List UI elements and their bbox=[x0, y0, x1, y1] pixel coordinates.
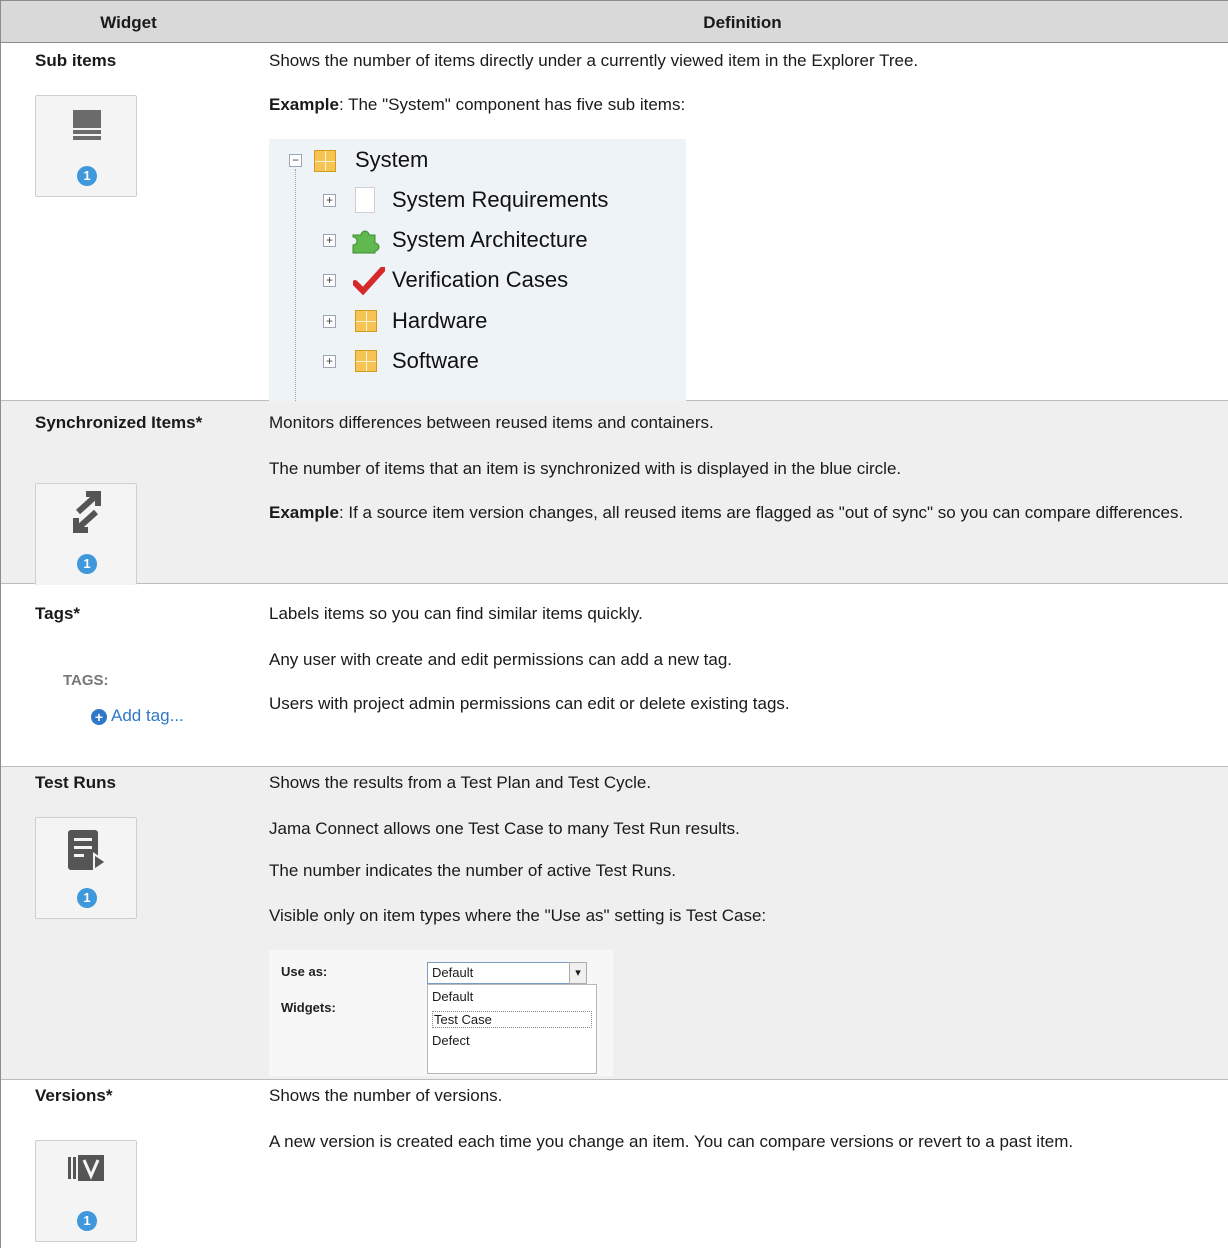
use-as-select[interactable]: Default bbox=[427, 962, 587, 984]
definition-text: Any user with create and edit permission… bbox=[269, 650, 733, 669]
widget-name: Test Runs bbox=[35, 773, 116, 792]
table-row-test-runs: Test Runs 1 Shows the results from a Tes… bbox=[1, 767, 1228, 1080]
widget-name: Sub items bbox=[35, 51, 117, 70]
tree-node-root: System bbox=[355, 147, 429, 172]
example-label: Example bbox=[269, 503, 339, 522]
definition-text: Shows the results from a Test Plan and T… bbox=[269, 773, 652, 792]
option-test-case[interactable]: Test Case bbox=[432, 1011, 592, 1028]
test-runs-widget-icon: 1 bbox=[35, 817, 137, 919]
example-text: Example: The "System" component has five… bbox=[269, 93, 1189, 117]
count-badge: 1 bbox=[77, 166, 97, 186]
document-icon bbox=[355, 187, 375, 213]
synchronized-widget-icon: 1 bbox=[35, 483, 137, 585]
option-default[interactable]: Default bbox=[432, 989, 473, 1004]
widget-name: Versions* bbox=[35, 1086, 113, 1105]
definition-text: Visible only on item types where the "Us… bbox=[269, 906, 767, 925]
use-as-options: Default Test Case Defect bbox=[427, 984, 597, 1074]
tree-node: Verification Cases bbox=[392, 267, 569, 292]
tree-node: System Architecture bbox=[392, 227, 588, 252]
plus-circle-icon: + bbox=[91, 709, 107, 725]
definition-text: Labels items so you can find similar ite… bbox=[269, 604, 643, 623]
tags-label: TAGS: bbox=[63, 672, 109, 689]
header-widget: Widget bbox=[100, 13, 157, 32]
expand-icon: + bbox=[323, 194, 336, 207]
definition-text: A new version is created each time you c… bbox=[269, 1132, 1074, 1151]
add-tag-link[interactable]: + Add tag... bbox=[91, 706, 184, 726]
count-badge: 1 bbox=[77, 554, 97, 574]
chevron-down-icon[interactable]: ▾ bbox=[569, 962, 587, 984]
widgets-table: Widget Definition Sub items 1 Shows the … bbox=[0, 0, 1228, 1248]
example-text: Example: If a source item version change… bbox=[269, 501, 1189, 525]
definition-text: The number indicates the number of activ… bbox=[269, 861, 676, 880]
table-header: Widget Definition bbox=[1, 0, 1228, 43]
folder-icon bbox=[355, 350, 377, 372]
header-definition: Definition bbox=[703, 13, 782, 32]
count-badge: 1 bbox=[77, 888, 97, 908]
collapse-icon: − bbox=[289, 154, 302, 167]
tree-node: System Requirements bbox=[392, 187, 609, 212]
tree-node: Software bbox=[392, 348, 479, 373]
example-body: : The "System" component has five sub it… bbox=[338, 95, 686, 114]
widget-name: Synchronized Items* bbox=[35, 413, 203, 432]
option-defect[interactable]: Defect bbox=[432, 1033, 470, 1048]
definition-text: The number of items that an item is sync… bbox=[269, 459, 902, 478]
use-as-screenshot: Use as: Widgets: Default ▾ Default Test … bbox=[269, 950, 613, 1076]
use-as-label: Use as: bbox=[281, 964, 328, 979]
table-row-versions: Versions* 1 Shows the number of versions… bbox=[1, 1080, 1228, 1248]
table-row-synchronized-items: Synchronized Items* 1 Monitors differenc… bbox=[1, 401, 1228, 585]
expand-icon: + bbox=[323, 274, 336, 287]
add-tag-label: Add tag... bbox=[111, 706, 184, 725]
expand-icon: + bbox=[323, 355, 336, 368]
count-badge: 1 bbox=[77, 1211, 97, 1231]
sub-items-widget-icon: 1 bbox=[35, 95, 137, 197]
widgets-label: Widgets: bbox=[281, 1000, 336, 1015]
explorer-tree-screenshot: − System + System Requirements + System … bbox=[269, 139, 686, 401]
definition-text: Shows the number of items directly under… bbox=[269, 51, 919, 70]
definition-text: Monitors differences between reused item… bbox=[269, 413, 714, 432]
table-row-tags: Tags* Labels items so you can find simil… bbox=[1, 584, 1228, 767]
example-label: Example bbox=[269, 95, 339, 114]
folder-icon bbox=[355, 310, 377, 332]
expand-icon: + bbox=[323, 315, 336, 328]
tree-line bbox=[295, 169, 296, 401]
versions-widget-icon: 1 bbox=[35, 1140, 137, 1242]
definition-text: Users with project admin permissions can… bbox=[269, 694, 790, 713]
expand-icon: + bbox=[323, 234, 336, 247]
widget-name: Tags* bbox=[35, 604, 81, 623]
tree-node: Hardware bbox=[392, 308, 488, 333]
folder-icon bbox=[314, 150, 336, 172]
definition-text: Jama Connect allows one Test Case to man… bbox=[269, 819, 740, 838]
checkmark-icon bbox=[353, 267, 385, 295]
puzzle-icon bbox=[352, 230, 380, 254]
definition-text: Shows the number of versions. bbox=[269, 1086, 503, 1105]
example-body: : If a source item version changes, all … bbox=[338, 503, 1184, 522]
